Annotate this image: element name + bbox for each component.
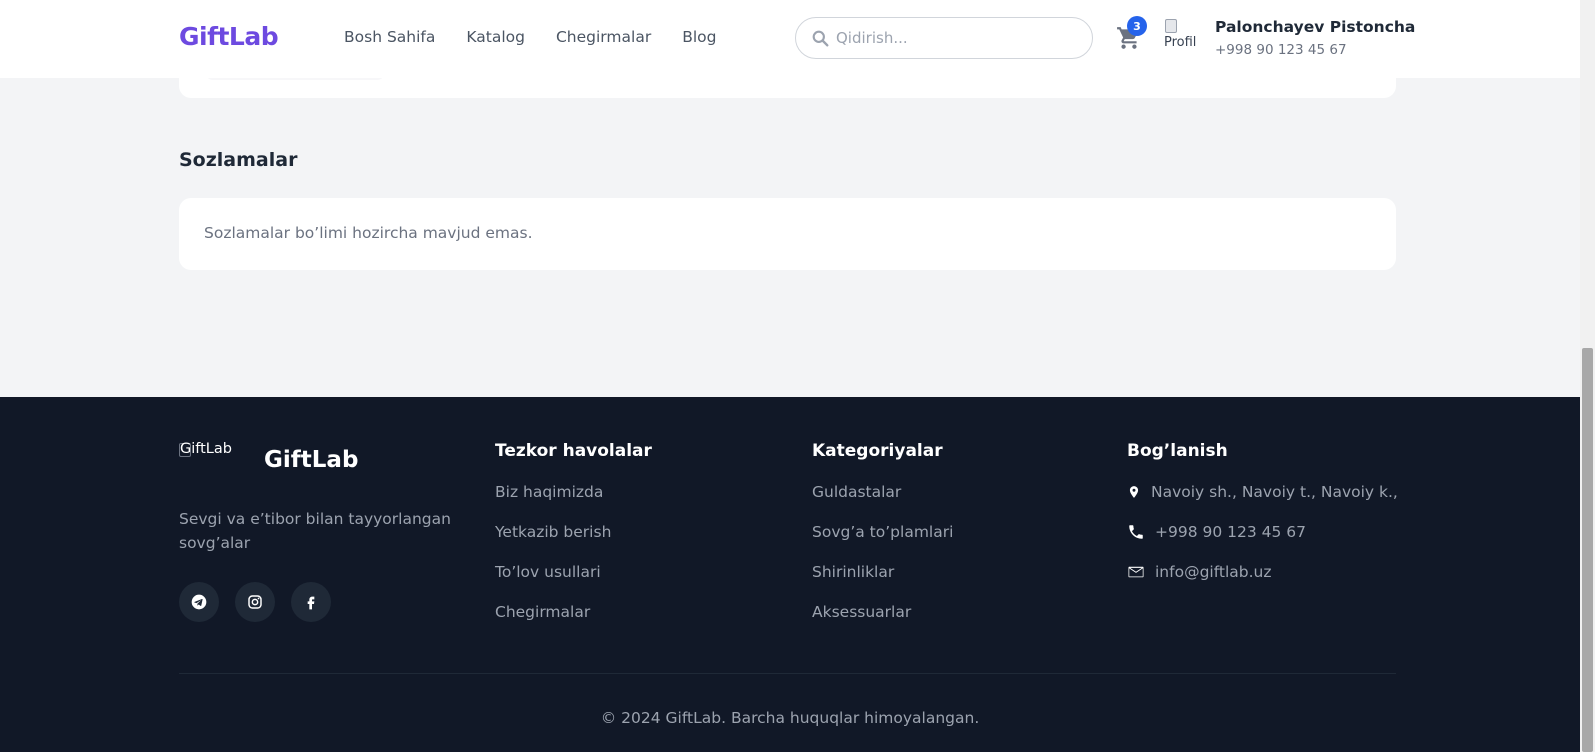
contact-address: Navoiy sh., Navoiy t., Navoiy k., [1127, 483, 1398, 523]
footer-category-gift-sets[interactable]: Sovg’a to’plamlari [812, 523, 953, 563]
search-box [795, 17, 1093, 59]
footer-tagline: Sevgi va e’tibor bilan tayyorlangan sovg… [179, 510, 451, 552]
footer-divider [179, 673, 1396, 674]
contact-email-text[interactable]: info@giftlab.uz [1155, 563, 1272, 581]
footer-link-delivery[interactable]: Yetkazib berish [495, 523, 652, 563]
footer-link-payment[interactable]: To’lov usullari [495, 563, 652, 603]
avatar[interactable]: Profil [1163, 19, 1203, 59]
nav-link-blog[interactable]: Blog [682, 28, 716, 46]
settings-title: Sozlamalar [179, 149, 298, 171]
main-nav: Bosh Sahifa Katalog Chegirmalar Blog [344, 28, 747, 46]
footer-categories: Kategoriyalar Guldastalar Sovg’a to’plam… [812, 441, 953, 643]
footer-logo-image: GiftLab [179, 441, 257, 471]
categories-title: Kategoriyalar [812, 441, 943, 461]
settings-card: Sozlamalar bo’limi hozircha mavjud emas. [179, 198, 1396, 270]
telegram-button[interactable] [179, 582, 219, 622]
cart-count-badge: 3 [1127, 16, 1147, 36]
nav-link-home[interactable]: Bosh Sahifa [344, 28, 435, 46]
envelope-icon [1128, 566, 1144, 578]
quick-links-title: Tezkor havolalar [495, 441, 652, 461]
footer-link-about[interactable]: Biz haqimizda [495, 483, 652, 523]
site-footer: GiftLab GiftLab Sevgi va e’tibor bilan t… [0, 397, 1580, 752]
contact-title: Bog’lanish [1127, 441, 1228, 461]
footer-category-sweets[interactable]: Shirinliklar [812, 563, 953, 603]
nav-link-catalog[interactable]: Katalog [466, 28, 525, 46]
broken-image-icon [1165, 19, 1177, 33]
settings-empty-message: Sozlamalar bo’limi hozircha mavjud emas. [204, 224, 533, 242]
contact-email: info@giftlab.uz [1127, 563, 1398, 603]
phone-icon [1129, 525, 1143, 539]
avatar-alt-text: Profil [1164, 35, 1197, 50]
nav-link-discounts[interactable]: Chegirmalar [556, 28, 651, 46]
footer-brand-name: GiftLab [264, 447, 359, 473]
facebook-button[interactable] [291, 582, 331, 622]
footer-category-bouquets[interactable]: Guldastalar [812, 483, 953, 523]
site-logo[interactable]: GiftLab [179, 22, 279, 51]
user-phone: +998 90 123 45 67 [1215, 42, 1347, 58]
page-scrollbar[interactable] [1580, 0, 1595, 752]
footer-link-discounts[interactable]: Chegirmalar [495, 603, 652, 643]
contact-phone: +998 90 123 45 67 [1127, 523, 1398, 563]
search-icon [812, 30, 829, 47]
telegram-icon [191, 594, 207, 610]
instagram-button[interactable] [235, 582, 275, 622]
instagram-icon [248, 595, 262, 609]
facebook-icon [307, 596, 315, 610]
footer-category-accessories[interactable]: Aksessuarlar [812, 603, 953, 643]
location-pin-icon [1129, 486, 1139, 498]
social-links [179, 582, 331, 622]
contact-phone-text[interactable]: +998 90 123 45 67 [1155, 523, 1306, 541]
scrollbar-thumb[interactable] [1582, 348, 1593, 752]
footer-contact: Bog’lanish Navoiy sh., Navoiy t., Navoiy… [1127, 441, 1398, 603]
footer-logo-alt: GiftLab [180, 441, 232, 457]
search-input[interactable] [836, 27, 1076, 49]
site-header: GiftLab Bosh Sahifa Katalog Chegirmalar … [0, 0, 1580, 78]
footer-quick-links: Tezkor havolalar Biz haqimizda Yetkazib … [495, 441, 652, 643]
copyright: © 2024 GiftLab. Barcha huquqlar himoyala… [600, 709, 980, 727]
contact-address-text: Navoiy sh., Navoiy t., Navoiy k., [1151, 483, 1398, 501]
user-name[interactable]: Palonchayev Pistoncha [1215, 18, 1415, 36]
